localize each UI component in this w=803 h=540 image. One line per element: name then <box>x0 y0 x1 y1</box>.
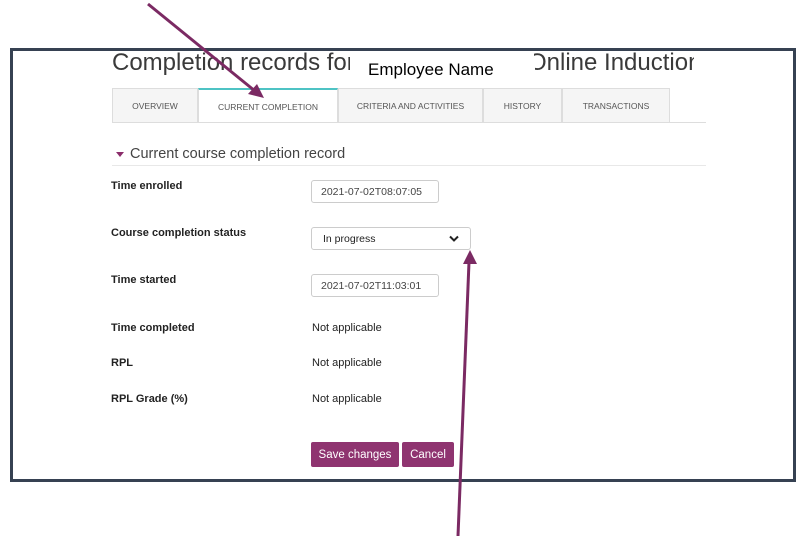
arrow-to-status-select <box>456 250 477 537</box>
arrow-to-current-completion-tab <box>147 2 264 98</box>
annotation-arrows <box>147 2 477 537</box>
